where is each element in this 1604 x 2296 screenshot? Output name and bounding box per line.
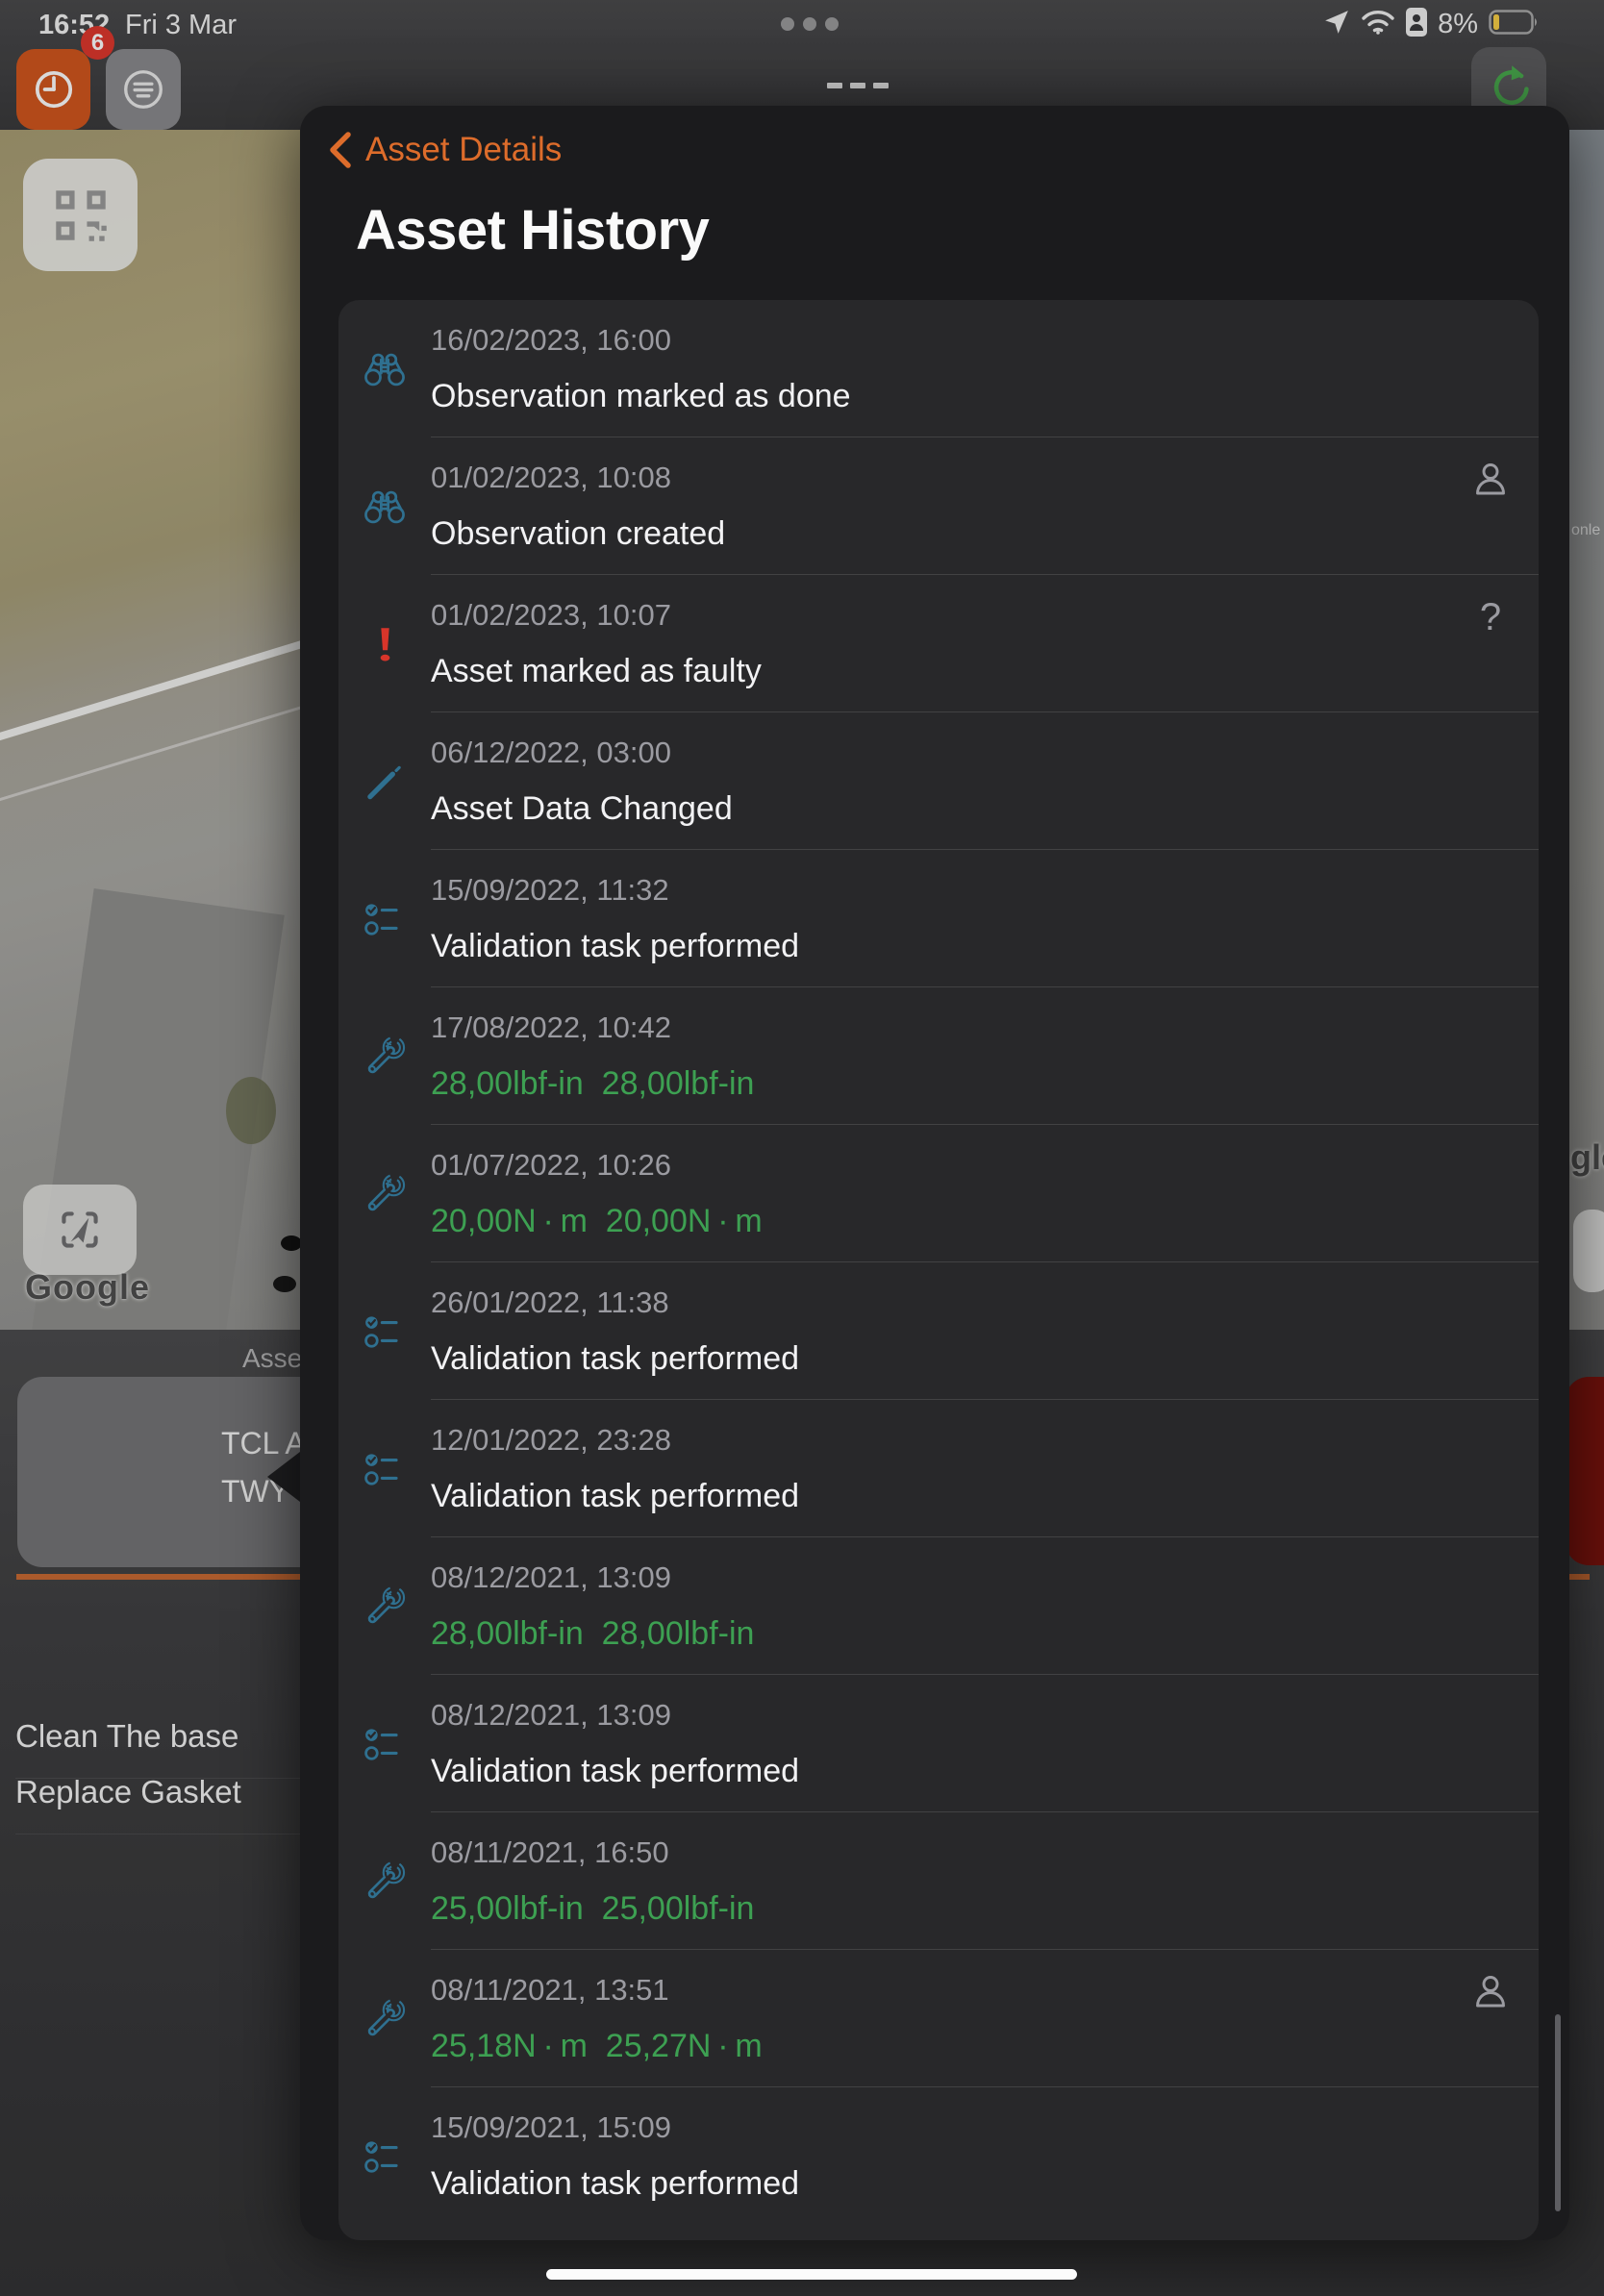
event-description: Asset marked as faulty: [431, 653, 762, 690]
history-row: 01/02/2023, 10:08 Observation created: [338, 437, 1539, 575]
person-icon: [1467, 1971, 1514, 2013]
history-row: 16/02/2023, 16:00 Observation marked as …: [338, 300, 1539, 437]
history-row: 17/08/2022, 10:42 28,00lbf-in 28,00lbf-i…: [338, 987, 1539, 1125]
history-row: 26/01/2022, 11:38 Validation task perfor…: [338, 1262, 1539, 1400]
event-description: Validation task performed: [431, 1753, 799, 1790]
event-timestamp: 12/01/2022, 23:28: [431, 1423, 799, 1458]
wrench-icon: [338, 1997, 431, 2041]
event-description: 28,00lbf-in 28,00lbf-in: [431, 1065, 754, 1103]
history-row: 15/09/2022, 11:32 Validation task perfor…: [338, 850, 1539, 987]
event-description: Validation task performed: [431, 2165, 799, 2203]
event-timestamp: 15/09/2021, 15:09: [431, 2110, 799, 2145]
event-timestamp: 01/07/2022, 10:26: [431, 1148, 763, 1183]
wrench-icon: [338, 1859, 431, 1904]
pencil-icon: [338, 760, 431, 804]
asset-history-sheet: Asset Details Asset History 16/02/2023, …: [300, 106, 1569, 2240]
history-list: 16/02/2023, 16:00 Observation marked as …: [338, 300, 1539, 2240]
question-mark-icon: ?: [1480, 596, 1501, 639]
event-timestamp: 17/08/2022, 10:42: [431, 1011, 754, 1045]
event-description: Observation created: [431, 515, 725, 553]
history-row: 12/01/2022, 23:28 Validation task perfor…: [338, 1400, 1539, 1537]
binoculars-icon: [338, 347, 431, 391]
event-description: Validation task performed: [431, 928, 799, 965]
checklist-icon: [338, 1447, 431, 1491]
back-button[interactable]: Asset Details: [327, 131, 562, 169]
checklist-icon: [338, 1310, 431, 1354]
chevron-left-icon: [327, 131, 352, 169]
history-row: 08/11/2021, 16:50 25,00lbf-in 25,00lbf-i…: [338, 1812, 1539, 1950]
ipad-screen: 16:52 Fri 3 Mar 8%: [0, 0, 1604, 2296]
checklist-icon: [338, 1722, 431, 1766]
event-timestamp: 01/02/2023, 10:07: [431, 598, 762, 633]
binoculars-icon: [338, 485, 431, 529]
history-row: 01/07/2022, 10:26 20,00N · m 20,00N · m: [338, 1125, 1539, 1262]
checklist-icon: [338, 2134, 431, 2179]
event-description: Validation task performed: [431, 1340, 799, 1378]
exclamation-icon: [338, 622, 431, 666]
event-description: Asset Data Changed: [431, 790, 733, 828]
history-row: 06/12/2022, 03:00 Asset Data Changed: [338, 712, 1539, 850]
event-timestamp: 16/02/2023, 16:00: [431, 323, 851, 358]
scrollbar[interactable]: [1555, 2014, 1561, 2211]
event-timestamp: 08/12/2021, 13:09: [431, 1560, 754, 1595]
event-timestamp: 08/12/2021, 13:09: [431, 1698, 799, 1733]
page-title: Asset History: [356, 198, 709, 262]
checklist-icon: [338, 897, 431, 941]
history-row: 08/11/2021, 13:51 25,18N · m 25,27N · m: [338, 1950, 1539, 2087]
event-timestamp: 26/01/2022, 11:38: [431, 1285, 799, 1320]
event-timestamp: 01/02/2023, 10:08: [431, 461, 725, 495]
event-description: 25,18N · m 25,27N · m: [431, 2028, 763, 2065]
event-description: 25,00lbf-in 25,00lbf-in: [431, 1890, 754, 1928]
wrench-icon: [338, 1172, 431, 1216]
history-row: 08/12/2021, 13:09 Validation task perfor…: [338, 1675, 1539, 1812]
history-row: 15/09/2021, 15:09 Validation task perfor…: [338, 2087, 1539, 2225]
person-icon: [1467, 459, 1514, 501]
event-timestamp: 06/12/2022, 03:00: [431, 736, 733, 770]
event-description: Validation task performed: [431, 1478, 799, 1515]
back-button-label: Asset Details: [365, 131, 562, 169]
event-timestamp: 08/11/2021, 13:51: [431, 1973, 763, 2008]
home-indicator[interactable]: [546, 2269, 1077, 2280]
history-row: 08/12/2021, 13:09 28,00lbf-in 28,00lbf-i…: [338, 1537, 1539, 1675]
event-description: 28,00lbf-in 28,00lbf-in: [431, 1615, 754, 1653]
event-description: 20,00N · m 20,00N · m: [431, 1203, 763, 1240]
wrench-icon: [338, 1585, 431, 1629]
event-timestamp: 08/11/2021, 16:50: [431, 1835, 754, 1870]
wrench-icon: [338, 1035, 431, 1079]
event-description: Observation marked as done: [431, 378, 851, 415]
event-timestamp: 15/09/2022, 11:32: [431, 873, 799, 908]
history-row: 01/02/2023, 10:07 Asset marked as faulty…: [338, 575, 1539, 712]
